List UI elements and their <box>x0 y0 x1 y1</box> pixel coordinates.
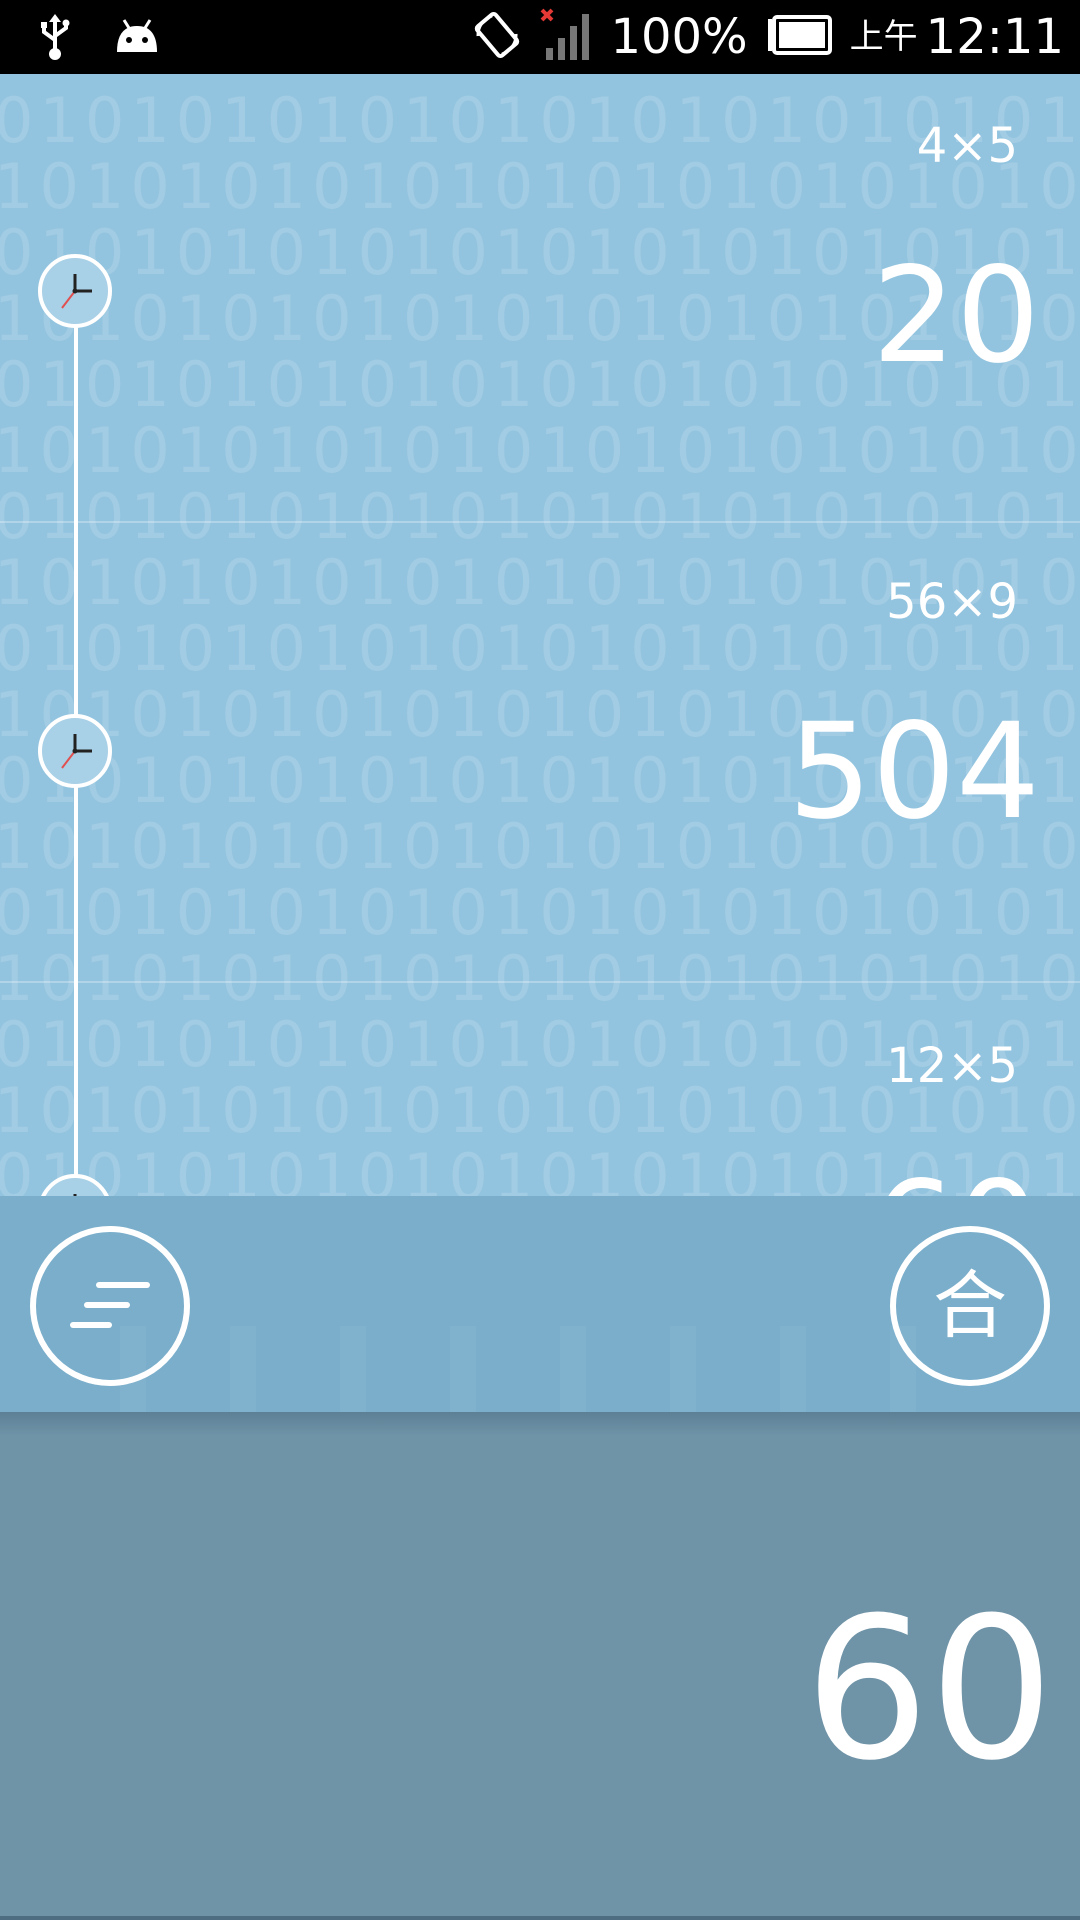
status-left-icons <box>38 14 162 66</box>
result-shadow <box>0 1412 1080 1436</box>
clock-icon <box>38 1174 112 1196</box>
history-result: 60 <box>872 1164 1040 1196</box>
merge-button-label: 合 <box>933 1263 1007 1349</box>
signal-no-service-icon <box>540 8 592 66</box>
history-separator <box>0 521 1080 523</box>
battery-icon <box>766 15 832 59</box>
history-result: 504 <box>788 695 1040 849</box>
history-list-icon <box>70 1282 150 1328</box>
result-display: 60 <box>0 1412 1080 1920</box>
clock-icon <box>38 714 112 788</box>
rotation-lock-icon <box>472 10 522 64</box>
history-result: 20 <box>872 239 1040 393</box>
status-right-icons: 100% 上午 12:11 <box>472 6 1064 68</box>
history-expression: 56×9 <box>886 574 1018 630</box>
battery-percent: 100% <box>610 9 748 65</box>
history-expression: 4×5 <box>916 118 1018 174</box>
control-strip: 合 <box>0 1196 1080 1412</box>
usb-icon <box>38 14 72 66</box>
clock-time: 12:11 <box>925 9 1064 65</box>
history-list-button[interactable] <box>30 1226 190 1386</box>
android-debug-icon <box>112 16 162 64</box>
history-separator <box>0 981 1080 983</box>
current-result: 60 <box>804 1576 1054 1804</box>
status-bar: 100% 上午 12:11 <box>0 0 1080 74</box>
merge-button[interactable]: 合 <box>890 1226 1050 1386</box>
history-list[interactable]: 0101010101010101010101010 10101010101010… <box>0 74 1080 1196</box>
bottom-divider <box>0 1916 1080 1920</box>
history-expression: 12×5 <box>886 1038 1018 1094</box>
clock-icon <box>38 254 112 328</box>
clock-ampm: 上午 <box>849 17 918 57</box>
